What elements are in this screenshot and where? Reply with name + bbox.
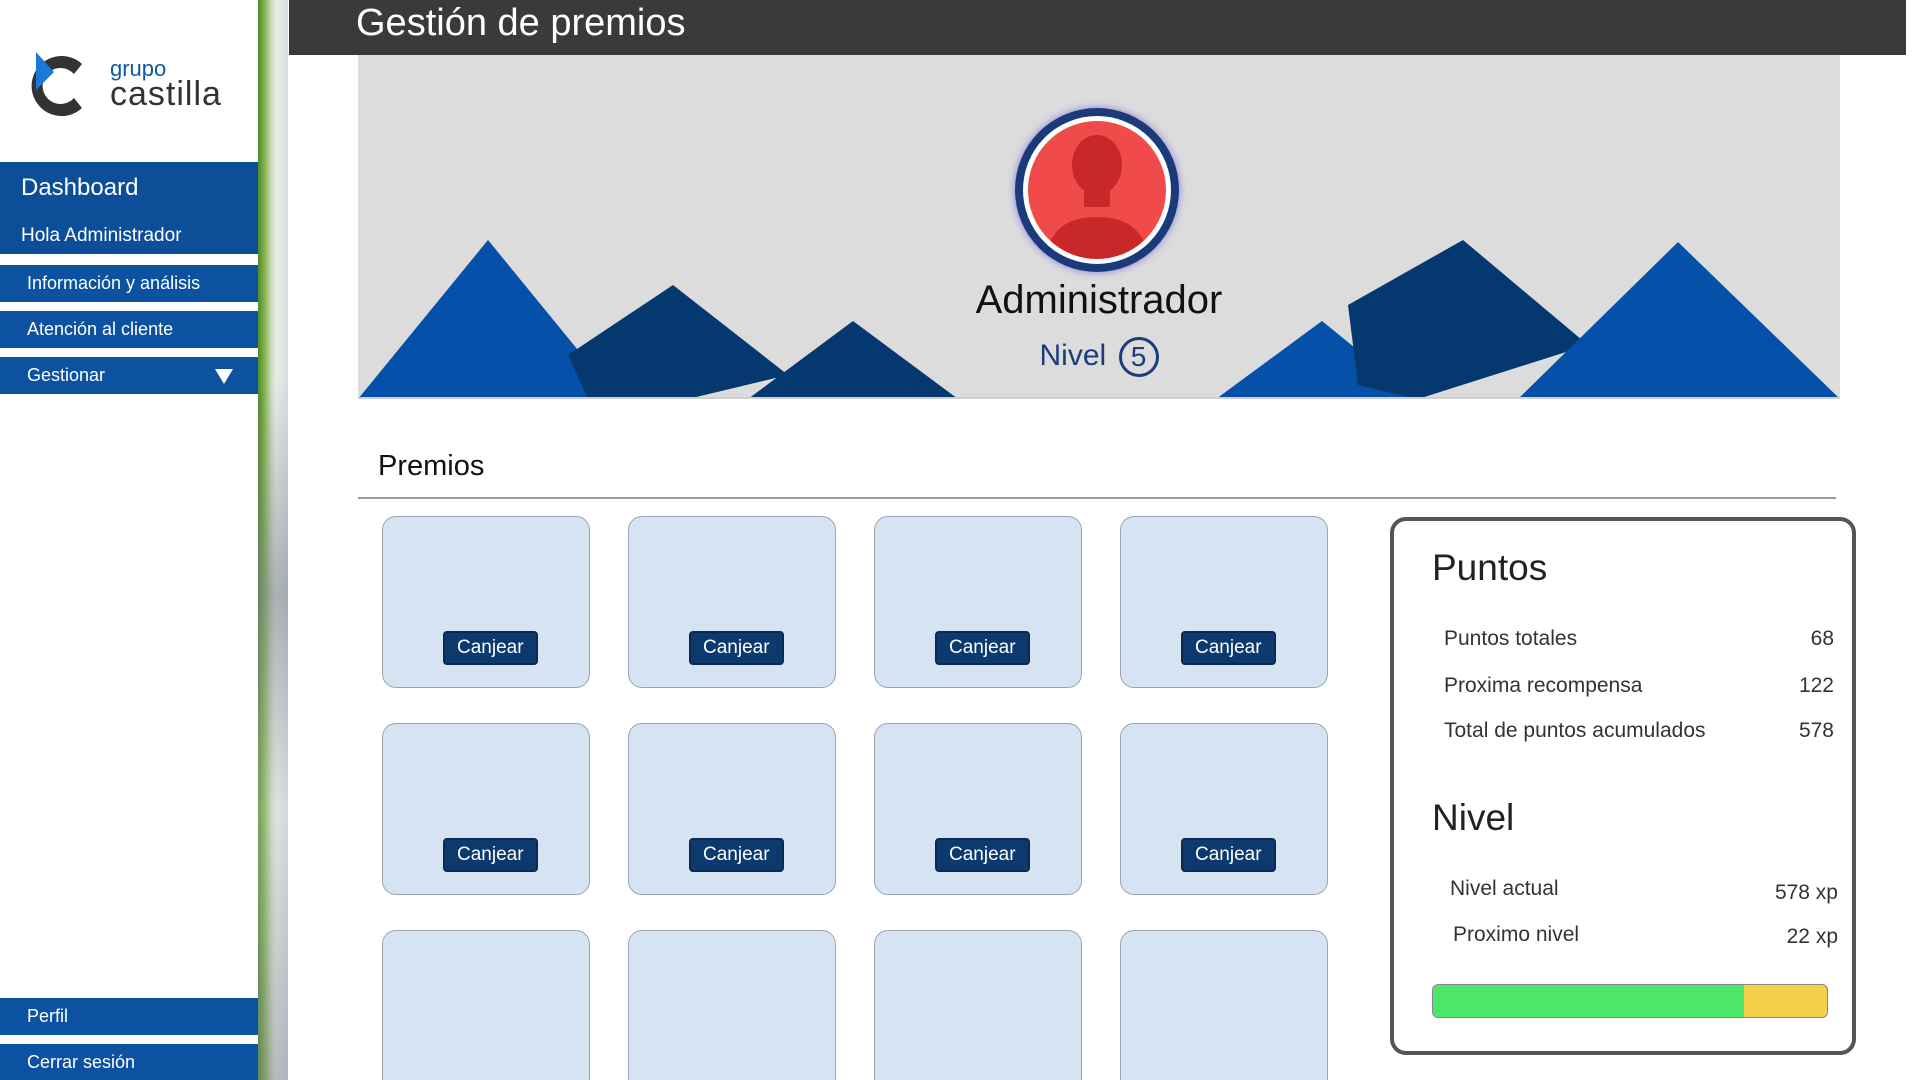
level-row-label: Proximo nivel bbox=[1453, 923, 1580, 946]
points-row-label: Proxima recompensa bbox=[1444, 674, 1643, 697]
sidebar-item-label: Gestionar bbox=[27, 365, 106, 385]
points-row-value: 68 bbox=[1810, 627, 1834, 650]
castilla-logo-mark-icon bbox=[31, 52, 83, 116]
canjear-button[interactable]: Canjear bbox=[1181, 631, 1276, 665]
nav-dashboard[interactable]: Dashboard Hola Administrador bbox=[0, 162, 258, 254]
reward-card[interactable]: Canjear bbox=[382, 516, 590, 688]
sidebar-item-informacion[interactable]: Información y análisis bbox=[0, 265, 258, 302]
canjear-button[interactable]: Canjear bbox=[443, 631, 538, 665]
reward-card[interactable]: Canjear bbox=[1120, 516, 1328, 688]
reward-card[interactable]: Canjear bbox=[628, 516, 836, 688]
sidebar-item-atencion[interactable]: Atención al cliente bbox=[0, 311, 258, 348]
level-badge: 5 bbox=[1118, 337, 1159, 377]
points-panel: Puntos Puntos totales 68 Proxima recompe… bbox=[1390, 517, 1856, 1055]
avatar[interactable] bbox=[1015, 108, 1179, 272]
sidebar-item-perfil[interactable]: Perfil bbox=[0, 998, 258, 1035]
points-row-label: Puntos totales bbox=[1444, 627, 1578, 650]
decorative-strip bbox=[258, 0, 288, 1080]
level-label: Nivel bbox=[1039, 338, 1107, 372]
points-row-totales: Puntos totales 68 bbox=[1444, 627, 1834, 651]
user-silhouette-icon bbox=[1045, 135, 1149, 259]
greeting-text: Hola Administrador bbox=[21, 225, 182, 246]
reward-card[interactable] bbox=[382, 930, 590, 1080]
reward-card[interactable]: Canjear bbox=[1120, 723, 1328, 895]
level-row-value: 578 xp bbox=[1774, 881, 1838, 904]
level-row-actual: Nivel actual 578 xp bbox=[1450, 877, 1838, 904]
sidebar-item-label: Cerrar sesión bbox=[27, 1052, 136, 1072]
profile-banner: Administrador Nivel 5 bbox=[358, 55, 1840, 399]
canjear-button[interactable]: Canjear bbox=[1181, 838, 1276, 872]
sidebar-item-label: Perfil bbox=[27, 1006, 69, 1026]
sidebar: grupo castilla Dashboard Hola Administra… bbox=[0, 0, 258, 1080]
page-title: Gestión de premios bbox=[356, 2, 686, 44]
level-indicator: Nivel 5 bbox=[358, 337, 1840, 377]
level-progress-bar bbox=[1432, 984, 1828, 1018]
section-divider bbox=[358, 497, 1836, 499]
reward-card[interactable]: Canjear bbox=[874, 723, 1082, 895]
caret-down-icon[interactable] bbox=[215, 369, 233, 384]
profile-name: Administrador bbox=[975, 278, 1223, 322]
avatar-circle bbox=[1023, 116, 1171, 264]
level-row-label: Nivel actual bbox=[1450, 877, 1559, 900]
level-row-value: 22 xp bbox=[1786, 925, 1838, 948]
sidebar-item-label: Atención al cliente bbox=[27, 319, 174, 339]
points-row-value: 122 bbox=[1798, 674, 1834, 697]
canjear-button[interactable]: Canjear bbox=[689, 838, 784, 872]
points-row-proxima: Proxima recompensa 122 bbox=[1444, 674, 1834, 698]
points-row-label: Total de puntos acumulados bbox=[1444, 719, 1706, 742]
canjear-button[interactable]: Canjear bbox=[689, 631, 784, 665]
grupo-castilla-logo[interactable]: grupo castilla bbox=[30, 46, 230, 126]
canjear-button[interactable]: Canjear bbox=[935, 631, 1030, 665]
page-header: Gestión de premios bbox=[289, 0, 1906, 55]
reward-card[interactable]: Canjear bbox=[382, 723, 590, 895]
sidebar-item-cerrar-sesion[interactable]: Cerrar sesión bbox=[0, 1044, 258, 1080]
sidebar-item-label: Información y análisis bbox=[27, 273, 201, 293]
sidebar-item-gestionar[interactable]: Gestionar bbox=[0, 357, 258, 394]
points-row-acumulados: Total de puntos acumulados 578 bbox=[1444, 719, 1834, 743]
reward-card[interactable] bbox=[874, 930, 1082, 1080]
dashboard-title: Dashboard bbox=[21, 174, 139, 201]
reward-card[interactable]: Canjear bbox=[628, 723, 836, 895]
reward-card[interactable]: Canjear bbox=[874, 516, 1082, 688]
logo-text-castilla: castilla bbox=[110, 75, 222, 113]
canjear-button[interactable]: Canjear bbox=[443, 838, 538, 872]
reward-card[interactable] bbox=[628, 930, 836, 1080]
level-row-proximo: Proximo nivel 22 xp bbox=[1453, 923, 1838, 948]
points-title: Puntos bbox=[1432, 547, 1548, 588]
rewards-section-title: Premios bbox=[378, 450, 485, 482]
level-title: Nivel bbox=[1432, 797, 1515, 838]
level-progress-fill bbox=[1433, 985, 1745, 1017]
canjear-button[interactable]: Canjear bbox=[935, 838, 1030, 872]
points-row-value: 578 bbox=[1798, 719, 1834, 742]
reward-card[interactable] bbox=[1120, 930, 1328, 1080]
